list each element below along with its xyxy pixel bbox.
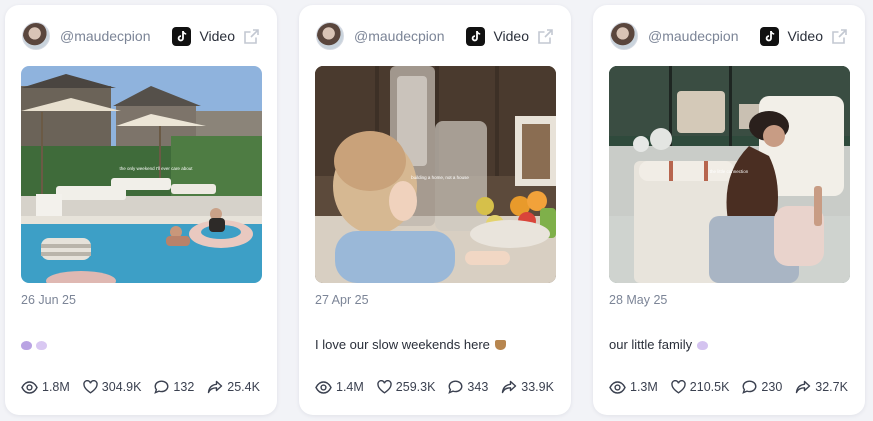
creator-handle[interactable]: @maudecpion	[354, 28, 445, 44]
thumbnail-overlay-text: building a home, not a house	[411, 175, 469, 180]
comments-count: 230	[761, 380, 783, 394]
caption-text: I love our slow weekends here	[315, 337, 490, 352]
stats-row: 1.4M 259.3K 343 33.9K	[315, 380, 561, 394]
eye-icon	[315, 380, 332, 394]
tiktok-icon	[172, 26, 192, 46]
card-header: @maudecpion Video	[22, 22, 260, 50]
external-link-icon[interactable]	[831, 28, 848, 45]
tiktok-icon	[760, 26, 780, 46]
card-header: @maudecpion Video	[316, 22, 554, 50]
eye-icon	[609, 380, 626, 394]
views-count: 1.3M	[630, 380, 658, 394]
content-type-label: Video	[787, 28, 823, 44]
likes-count: 210.5K	[689, 380, 730, 394]
likes-stat: 210.5K	[671, 380, 730, 394]
stats-row: 1.3M 210.5K 230 32.7K	[609, 380, 855, 394]
comments-count: 343	[467, 380, 489, 394]
heart-icon	[377, 380, 392, 394]
comments-stat: 343	[448, 380, 488, 394]
shares-count: 32.7K	[815, 380, 848, 394]
post-caption	[21, 337, 261, 352]
post-card[interactable]: @maudecpion Video	[299, 5, 571, 415]
views-stat: 1.8M	[21, 380, 70, 394]
platform-group: Video	[466, 26, 554, 46]
content-type-label: Video	[493, 28, 529, 44]
comment-icon	[448, 380, 463, 394]
post-card[interactable]: @maudecpion Video	[5, 5, 277, 415]
views-count: 1.4M	[336, 380, 364, 394]
avatar[interactable]	[316, 22, 344, 50]
shell-emoji-icon	[21, 341, 32, 350]
avatar[interactable]	[22, 22, 50, 50]
thumbnail-overlay-text: the only weekend I'll ever care about	[120, 166, 194, 171]
video-thumbnail[interactable]: building a home, not a house	[315, 66, 556, 283]
shares-stat: 33.9K	[501, 380, 554, 394]
avatar[interactable]	[610, 22, 638, 50]
comments-stat: 230	[742, 380, 782, 394]
post-caption: I love our slow weekends here	[315, 337, 555, 352]
basket-emoji-icon	[494, 340, 506, 350]
creator-handle[interactable]: @maudecpion	[60, 28, 151, 44]
heart-icon	[83, 380, 98, 394]
views-count: 1.8M	[42, 380, 70, 394]
likes-stat: 259.3K	[377, 380, 436, 394]
tiktok-icon	[466, 26, 486, 46]
content-type-label: Video	[199, 28, 235, 44]
external-link-icon[interactable]	[243, 28, 260, 45]
post-date: 28 May 25	[609, 293, 668, 307]
stats-row: 1.8M 304.9K 132 25.4K	[21, 380, 267, 394]
comment-icon	[154, 380, 169, 394]
video-thumbnail[interactable]: the only weekend I'll ever care about	[21, 66, 262, 283]
external-link-icon[interactable]	[537, 28, 554, 45]
share-icon	[796, 380, 811, 394]
likes-stat: 304.9K	[83, 380, 142, 394]
heart-icon	[671, 380, 686, 394]
likes-count: 304.9K	[101, 380, 142, 394]
shares-stat: 32.7K	[795, 380, 848, 394]
thumbnail-overlay-text: the little connection	[710, 169, 749, 174]
views-stat: 1.3M	[609, 380, 658, 394]
caption-text: our little family	[609, 337, 693, 352]
comments-count: 132	[173, 380, 195, 394]
views-stat: 1.4M	[315, 380, 364, 394]
heart-emoji-icon	[697, 341, 709, 350]
heart-emoji-icon	[36, 341, 47, 350]
post-date: 27 Apr 25	[315, 293, 369, 307]
card-header: @maudecpion Video	[610, 22, 848, 50]
shares-stat: 25.4K	[207, 380, 260, 394]
video-thumbnail[interactable]: the little connection	[609, 66, 850, 283]
post-caption: our little family	[609, 337, 849, 352]
post-card[interactable]: @maudecpion Video	[593, 5, 865, 415]
comment-icon	[742, 380, 757, 394]
platform-group: Video	[760, 26, 848, 46]
shares-count: 25.4K	[227, 380, 260, 394]
likes-count: 259.3K	[395, 380, 436, 394]
shares-count: 33.9K	[521, 380, 554, 394]
share-icon	[208, 380, 223, 394]
share-icon	[502, 380, 517, 394]
comments-stat: 132	[154, 380, 194, 394]
post-date: 26 Jun 25	[21, 293, 76, 307]
platform-group: Video	[172, 26, 260, 46]
creator-handle[interactable]: @maudecpion	[648, 28, 739, 44]
eye-icon	[21, 380, 38, 394]
